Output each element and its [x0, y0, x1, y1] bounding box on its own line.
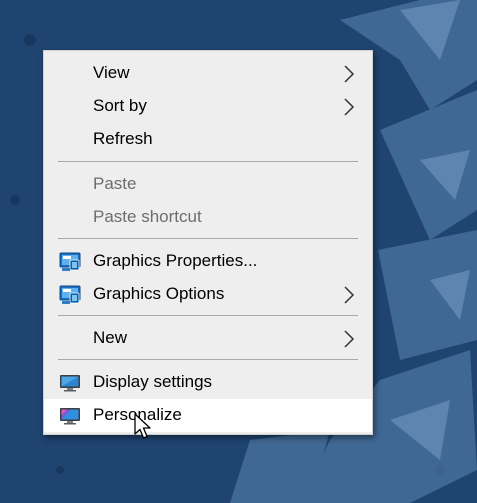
menu-item-refresh[interactable]: Refresh [44, 123, 372, 156]
chevron-right-icon [344, 330, 355, 348]
menu-separator [58, 359, 358, 360]
personalize-monitor-icon [60, 408, 80, 425]
menu-item-paste-shortcut[interactable]: Paste shortcut [44, 201, 372, 234]
intel-graphics-icon [59, 285, 81, 304]
intel-graphics-icon [59, 252, 81, 271]
mouse-cursor-icon [134, 413, 151, 439]
menu-item-display-settings[interactable]: Display settings [44, 366, 372, 399]
menu-item-graphics-options[interactable]: Graphics Options [44, 278, 372, 311]
menu-item-display-settings-label: Display settings [93, 372, 213, 391]
menu-item-graphics-options-label: Graphics Options [93, 284, 225, 303]
menu-item-new-label: New [93, 328, 128, 347]
chevron-right-icon [344, 65, 355, 83]
menu-item-sort-by-label: Sort by [93, 96, 147, 115]
menu-item-personalize[interactable]: Personalize [44, 399, 372, 432]
menu-separator [58, 315, 358, 316]
menu-item-new[interactable]: New [44, 322, 372, 355]
menu-item-graphics-properties-label: Graphics Properties... [93, 251, 258, 270]
display-monitor-icon [60, 375, 80, 392]
menu-item-refresh-label: Refresh [93, 129, 153, 148]
menu-item-paste-label: Paste [93, 174, 137, 193]
menu-item-graphics-properties[interactable]: Graphics Properties... [44, 245, 372, 278]
menu-item-view[interactable]: View [44, 57, 372, 90]
chevron-right-icon [344, 286, 355, 304]
menu-separator [58, 238, 358, 239]
menu-item-paste-shortcut-label: Paste shortcut [93, 207, 202, 226]
menu-separator [58, 161, 358, 162]
menu-item-view-label: View [93, 63, 130, 82]
menu-item-sort-by[interactable]: Sort by [44, 90, 372, 123]
menu-item-paste[interactable]: Paste [44, 168, 372, 201]
chevron-right-icon [344, 98, 355, 116]
desktop-context-menu: View Sort by Refresh Paste Paste shortcu… [43, 50, 373, 435]
